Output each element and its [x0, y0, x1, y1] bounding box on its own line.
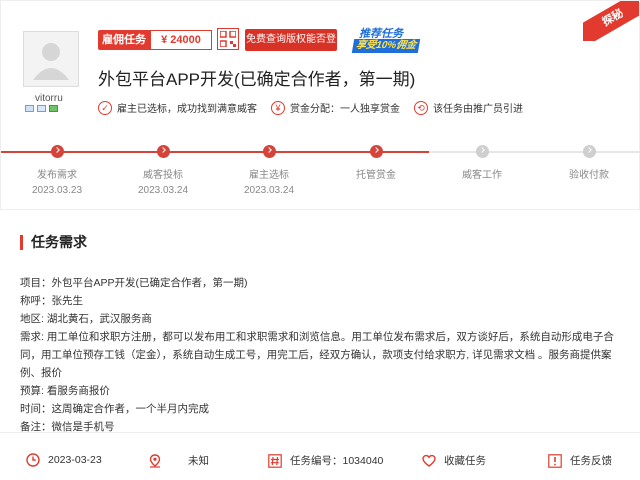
feedback-icon — [548, 453, 562, 468]
footer-date: 2023-03-23 — [26, 453, 102, 467]
footer-task-no: 任务编号：1034040 — [268, 453, 383, 468]
requirements-section: 任务需求 项目：外包平台APP开发(已确定合作者，第一期) 称呼：张先生 地区:… — [20, 232, 620, 436]
section-accent-bar — [20, 234, 23, 250]
task-footer: 2023-03-23 未知 任务编号：1034040 收藏任务 任务反馈 — [0, 432, 640, 480]
requirements-details: 项目：外包平台APP开发(已确定合作者，第一期) 称呼：张先生 地区: 湖北黄石… — [20, 274, 620, 436]
qr-code-icon[interactable] — [217, 28, 239, 50]
step-label: 验收付款 — [569, 170, 609, 181]
step-escrow: 托管赏金 — [331, 145, 421, 185]
section-title-text: 任务需求 — [31, 234, 87, 250]
step-select: 雇主选标 2023.03.24 — [224, 145, 314, 196]
step-label: 雇主选标 — [249, 170, 289, 181]
task-header-card: 探秘 vitorru 雇佣任务 ¥ 24000 免费查询版权能否登记 推荐任务 … — [0, 0, 640, 210]
location-pin-icon — [149, 453, 161, 468]
free-copyright-check-button[interactable]: 免费查询版权能否登记 — [245, 29, 337, 67]
avatar[interactable] — [23, 31, 79, 87]
step-work: 威客工作 — [437, 145, 527, 185]
user-badges — [25, 105, 58, 112]
detail-line-contact: 称呼：张先生 — [20, 295, 83, 307]
step-label: 威客工作 — [462, 170, 502, 181]
step-date: 2023.03.23 — [31, 185, 83, 196]
footer-task-no-text: 任务编号：1034040 — [290, 455, 384, 467]
step-pending-icon — [582, 145, 596, 158]
money-icon: ¥ — [271, 100, 285, 115]
section-title: 任务需求 — [20, 232, 620, 252]
step-label: 发布需求 — [37, 170, 77, 181]
step-date: 2023.03.24 — [137, 185, 189, 196]
task-title: 外包平台APP开发(已确定合作者，第一期) — [98, 70, 416, 89]
detail-line-budget: 预算: 看服务商报价 — [20, 385, 110, 397]
step-date: 2023.03.24 — [243, 185, 295, 196]
status-text: 雇主已选标，成功找到满意威客 — [117, 104, 257, 115]
detail-line-project: 项目：外包平台APP开发(已确定合作者，第一期) — [20, 277, 248, 289]
user-silhouette-icon — [33, 43, 69, 80]
footer-location-text: 未知 — [188, 455, 209, 467]
id-verified-icon — [25, 105, 34, 112]
step-pending-icon — [475, 145, 489, 158]
status-text: 赏金分配：一人独享赏金 — [290, 104, 400, 115]
status-text: 该任务由推广员引进 — [433, 104, 523, 115]
status-item-promoter: ⟲ 该任务由推广员引进 — [414, 100, 523, 115]
task-feedback-button[interactable]: 任务反馈 — [548, 453, 612, 468]
heart-icon — [422, 454, 436, 467]
step-done-icon — [262, 145, 276, 158]
detail-line-time: 时间：这周确定合作者，一个半月内完成 — [20, 403, 209, 415]
bank-verified-icon — [49, 105, 58, 112]
step-bid: 威客投标 2023.03.24 — [118, 145, 208, 196]
step-publish: 发布需求 2023.03.23 — [12, 145, 102, 196]
step-label: 威客投标 — [143, 170, 183, 181]
promo-banner[interactable]: 推荐任务 享受10%佣金 — [351, 25, 437, 55]
favorite-label: 收藏任务 — [444, 455, 486, 467]
username[interactable]: vitorru — [35, 93, 63, 104]
step-done-icon — [369, 145, 383, 158]
phone-verified-icon — [37, 105, 46, 112]
task-type-tag: 雇佣任务 — [98, 30, 150, 50]
task-price: ¥ 24000 — [150, 30, 212, 50]
promo-line-2: 享受10%佣金 — [351, 39, 421, 53]
task-status-row: ✓ 雇主已选标，成功找到满意威客 ¥ 赏金分配：一人独享赏金 ⟲ 该任务由推广员… — [98, 100, 537, 115]
status-item-reward: ¥ 赏金分配：一人独享赏金 — [271, 100, 400, 115]
clock-icon — [26, 453, 40, 467]
detail-line-needs: 需求: 用工单位和求职方注册，都可以发布用工和求职需求和浏览信息。用工单位发布需… — [20, 331, 614, 379]
step-done-icon — [50, 145, 64, 158]
share-icon: ⟲ — [414, 100, 428, 115]
corner-badge: 探秘 — [583, 1, 639, 41]
feedback-label: 任务反馈 — [570, 455, 612, 467]
step-done-icon — [156, 145, 170, 158]
check-icon: ✓ — [98, 100, 112, 115]
step-accept: 验收付款 — [544, 145, 634, 185]
detail-line-region: 地区: 湖北黄石，武汉服务商 — [20, 313, 152, 325]
footer-date-text: 2023-03-23 — [48, 454, 102, 466]
step-label: 托管赏金 — [356, 170, 396, 181]
footer-location: 未知 — [148, 453, 209, 468]
status-item-selected: ✓ 雇主已选标，成功找到满意威客 — [98, 100, 257, 115]
favorite-task-button[interactable]: 收藏任务 — [422, 453, 486, 468]
hash-icon — [268, 453, 282, 468]
corner-badge-label: 探秘 — [583, 1, 639, 41]
